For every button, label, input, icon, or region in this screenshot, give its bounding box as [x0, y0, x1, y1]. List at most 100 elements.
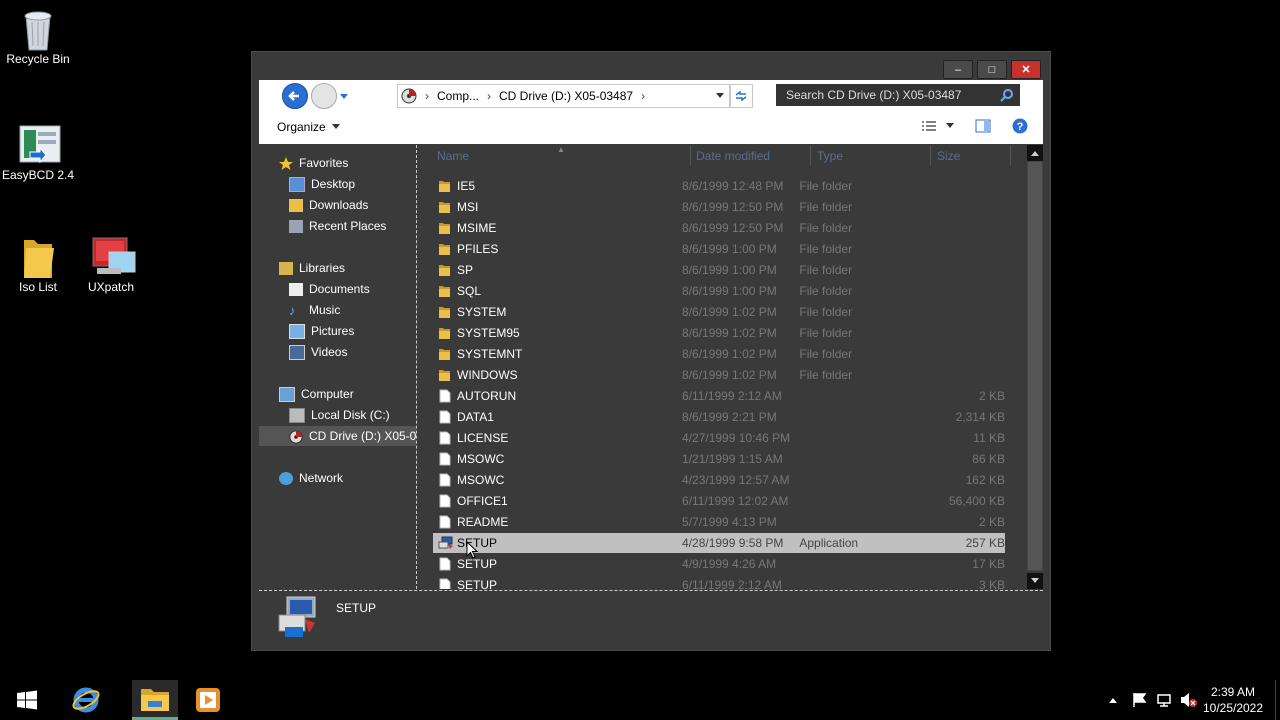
file-date-modified: 4/23/1999 12:57 AM [682, 473, 790, 487]
file-date-modified: 6/11/1999 2:12 AM [682, 389, 782, 403]
nav-item-desktop[interactable]: Desktop [289, 174, 355, 194]
nav-item-documents[interactable]: Documents [289, 279, 370, 299]
action-center-button[interactable] [1132, 692, 1148, 711]
nav-label: CD Drive (D:) X05-03 [309, 429, 416, 443]
recycle-bin-icon [18, 8, 58, 51]
file-name: SYSTEM95 [457, 326, 520, 340]
nav-item-local-disk[interactable]: Local Disk (C:) [289, 405, 390, 425]
file-row[interactable]: MSI 8/6/1999 12:50 PM File folder [433, 197, 1005, 217]
file-row[interactable]: SYSTEM95 8/6/1999 1:02 PM File folder [433, 323, 1005, 343]
chevron-up-icon [1031, 151, 1039, 156]
nav-item-videos[interactable]: Videos [289, 342, 347, 362]
preview-pane-button[interactable] [975, 118, 991, 137]
file-row[interactable]: SYSTEM 8/6/1999 1:02 PM File folder [433, 302, 1005, 322]
search-input[interactable]: Search CD Drive (D:) X05-03487 [776, 84, 1020, 106]
address-dropdown[interactable] [715, 89, 725, 103]
volume-button[interactable] [1180, 692, 1198, 711]
file-name: MSI [457, 200, 479, 214]
nav-item-recent-places[interactable]: Recent Places [289, 216, 386, 236]
nav-item-network[interactable]: Network [279, 468, 343, 488]
close-button[interactable]: ✕ [1011, 60, 1041, 79]
file-row[interactable]: OFFICE1 6/11/1999 12:02 AM 56,400 KB [433, 491, 1005, 511]
file-date-modified: 5/7/1999 4:13 PM [682, 515, 777, 529]
column-header-date[interactable]: Date modified [696, 149, 770, 163]
show-hidden-icons-button[interactable] [1108, 693, 1118, 707]
file-size: 257 KB [965, 536, 1005, 550]
file-type: File folder [799, 284, 853, 298]
file-type: File folder [799, 368, 853, 382]
desktop-icon-easybcd[interactable]: EasyBCD 2.4 [0, 124, 76, 182]
file-row[interactable]: SP 8/6/1999 1:00 PM File folder [433, 260, 1005, 280]
explorer-window: – □ ✕ › Comp... › CD Drive (D:) X05-0348… [251, 51, 1051, 651]
recent-pages-dropdown[interactable] [339, 90, 349, 104]
close-icon: ✕ [1021, 64, 1031, 76]
file-size: 17 KB [972, 557, 1005, 571]
file-row[interactable]: SETUP 4/28/1999 9:58 PM Application 257 KB [433, 533, 1005, 553]
back-button[interactable] [282, 83, 308, 109]
file-row[interactable]: IE5 8/6/1999 12:48 PM File folder [433, 176, 1005, 196]
search-icon [1000, 88, 1014, 105]
taskbar-media-player[interactable] [185, 680, 231, 720]
file-date-modified: 1/21/1999 1:15 AM [682, 452, 783, 466]
application-icon [438, 536, 453, 550]
nav-item-music[interactable]: ♪ Music [289, 300, 340, 320]
nav-item-downloads[interactable]: Downloads [289, 195, 368, 215]
file-icon [438, 389, 451, 403]
start-button[interactable] [4, 680, 50, 720]
file-name: AUTORUN [457, 389, 517, 403]
file-row[interactable]: MSOWC 1/21/1999 1:15 AM 86 KB [433, 449, 1005, 469]
breadcrumb-cd-drive[interactable]: CD Drive (D:) X05-03487 [499, 89, 633, 103]
view-details-icon [922, 121, 936, 131]
file-name: SYSTEM [457, 305, 507, 319]
cd-drive-icon [289, 429, 303, 444]
organize-menu[interactable]: Organize [277, 120, 341, 134]
nav-item-computer[interactable]: Computer [279, 384, 354, 404]
address-bar[interactable]: › Comp... › CD Drive (D:) X05-03487 › [397, 84, 731, 108]
scroll-down-button[interactable] [1027, 573, 1043, 589]
desktop-icon-iso-list[interactable]: Iso List [0, 236, 76, 294]
file-name: WINDOWS [457, 368, 518, 382]
network-status-button[interactable] [1156, 692, 1172, 711]
nav-label: Videos [311, 345, 348, 359]
change-view-button[interactable] [921, 120, 955, 132]
column-header-type[interactable]: Type [817, 149, 843, 163]
help-button[interactable]: ? [1012, 118, 1028, 137]
file-row[interactable]: SYSTEMNT 8/6/1999 1:02 PM File folder [433, 344, 1005, 364]
breadcrumb-computer[interactable]: Comp... [437, 89, 479, 103]
minimize-button[interactable]: – [943, 60, 973, 79]
forward-button[interactable] [311, 83, 337, 109]
chevron-down-icon [1031, 578, 1039, 583]
scroll-up-button[interactable] [1027, 145, 1043, 161]
file-row[interactable]: PFILES 8/6/1999 1:00 PM File folder [433, 239, 1005, 259]
nav-item-favorites[interactable]: Favorites [279, 153, 348, 173]
nav-item-cd-drive[interactable]: CD Drive (D:) X05-03 [259, 426, 416, 446]
scroll-thumb[interactable] [1027, 161, 1043, 571]
taskbar-file-explorer[interactable] [132, 680, 178, 720]
file-row[interactable]: AUTORUN 6/11/1999 2:12 AM 2 KB [433, 386, 1005, 406]
taskbar-internet-explorer[interactable] [63, 680, 109, 720]
desktop-icon-uxpatch[interactable]: UXpatch [73, 236, 149, 294]
desktop-icon-recycle-bin[interactable]: Recycle Bin [0, 8, 76, 66]
file-row[interactable]: SETUP 4/9/1999 4:26 AM 17 KB [433, 554, 1005, 574]
file-row[interactable]: MSOWC 4/23/1999 12:57 AM 162 KB [433, 470, 1005, 490]
nav-item-pictures[interactable]: Pictures [289, 321, 354, 341]
column-header-name[interactable]: Name [437, 149, 469, 163]
file-row[interactable]: README 5/7/1999 4:13 PM 2 KB [433, 512, 1005, 532]
show-desktop-button[interactable] [1275, 680, 1280, 720]
details-pane: SETUP [259, 590, 1043, 643]
maximize-button[interactable]: □ [977, 60, 1007, 79]
refresh-button[interactable] [729, 84, 753, 108]
vertical-scrollbar[interactable] [1027, 145, 1043, 589]
clock[interactable]: 2:39 AM 10/25/2022 [1198, 684, 1268, 716]
folder-icon [438, 326, 451, 340]
file-row[interactable]: SQL 8/6/1999 1:00 PM File folder [433, 281, 1005, 301]
file-date-modified: 8/6/1999 2:21 PM [682, 410, 777, 424]
file-row[interactable]: DATA1 8/6/1999 2:21 PM 2,314 KB [433, 407, 1005, 427]
file-row[interactable]: MSIME 8/6/1999 12:50 PM File folder [433, 218, 1005, 238]
file-type: File folder [799, 242, 853, 256]
file-row[interactable]: SETUP 6/11/1999 2:12 AM 3 KB [433, 575, 1005, 589]
file-row[interactable]: WINDOWS 8/6/1999 1:02 PM File folder [433, 365, 1005, 385]
column-header-size[interactable]: Size [937, 149, 960, 163]
nav-item-libraries[interactable]: Libraries [279, 258, 345, 278]
file-row[interactable]: LICENSE 4/27/1999 10:46 PM 11 KB [433, 428, 1005, 448]
